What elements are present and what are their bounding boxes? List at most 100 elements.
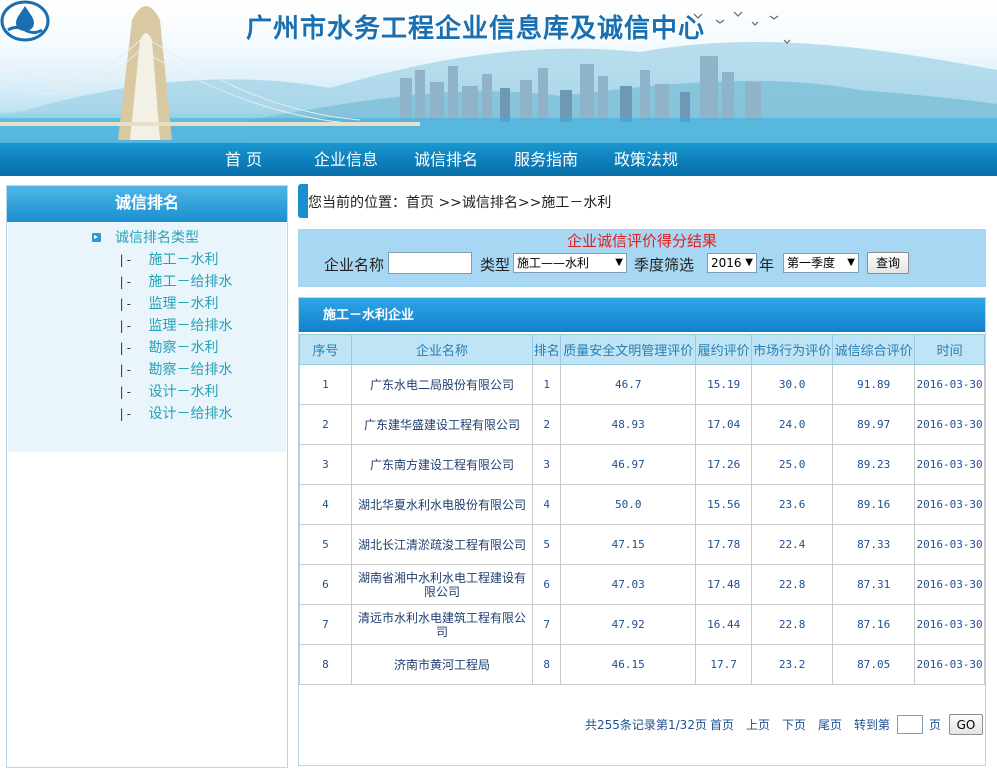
cell-time: 2016-03-30 bbox=[914, 444, 985, 485]
arrow-right-icon bbox=[92, 233, 101, 242]
pager-total: 共255条记录 bbox=[585, 718, 656, 732]
chevron-down-icon: ▼ bbox=[745, 257, 753, 268]
cell-credit-total: 87.31 bbox=[832, 564, 916, 605]
breadcrumb-accent bbox=[298, 184, 308, 218]
cell-performance: 17.04 bbox=[695, 404, 753, 445]
cell-rank: 4 bbox=[532, 484, 562, 525]
nav-enterprise-info[interactable]: 企业信息 bbox=[314, 143, 378, 177]
header-banner: 广州市水务工程企业信息库及诚信中心 bbox=[0, 0, 997, 142]
table-row: 3 广东南方建设工程有限公司 3 46.97 17.26 25.0 89.23 … bbox=[299, 444, 985, 485]
pager-prev-link[interactable]: 上页 bbox=[746, 716, 770, 738]
cell-market-behavior: 23.6 bbox=[751, 484, 834, 525]
col-header-rank: 排名 bbox=[532, 334, 562, 365]
water-logo-icon bbox=[0, 0, 50, 42]
cell-company: 广东建华盛建设工程有限公司 bbox=[350, 404, 534, 445]
table-row: 7 清远市水利水电建筑工程有限公司 7 47.92 16.44 22.8 87.… bbox=[299, 604, 985, 645]
cell-company: 济南市黄河工程局 bbox=[350, 644, 534, 685]
cell-market-behavior: 30.0 bbox=[751, 364, 834, 405]
sidebar-item-survey-water[interactable]: |- 勘察－水利 bbox=[118, 338, 218, 358]
sidebar-item-label[interactable]: 监理－给排水 bbox=[148, 318, 232, 334]
query-button[interactable]: 查询 bbox=[867, 252, 909, 274]
cell-index: 1 bbox=[299, 364, 352, 405]
sidebar-item-label[interactable]: 设计－水利 bbox=[148, 384, 218, 400]
table-row: 2 广东建华盛建设工程有限公司 2 48.93 17.04 24.0 89.97… bbox=[299, 404, 985, 445]
cell-index: 4 bbox=[299, 484, 352, 525]
cell-performance: 17.48 bbox=[695, 564, 753, 605]
pager-last-link[interactable]: 尾页 bbox=[818, 716, 842, 738]
cell-market-behavior: 23.2 bbox=[751, 644, 834, 685]
sidebar-item-label[interactable]: 勘察－给排水 bbox=[148, 362, 232, 378]
pager-go-button[interactable]: GO bbox=[949, 714, 983, 735]
pager-goto-label: 转到第 bbox=[854, 718, 891, 732]
cell-performance: 17.7 bbox=[695, 644, 753, 685]
chevron-down-icon: ▼ bbox=[615, 257, 623, 268]
results-table: 序号 企业名称 排名 质量安全文明管理评价 履约评价 市场行为评价 诚信综合评价… bbox=[299, 334, 985, 685]
sidebar-item-supervision-drainage[interactable]: |- 监理－给排水 bbox=[118, 316, 232, 336]
sidebar-item-design-drainage[interactable]: |- 设计－给排水 bbox=[118, 404, 232, 424]
tree-branch-icon: |- bbox=[118, 363, 133, 377]
col-header-quality-safety: 质量安全文明管理评价 bbox=[560, 334, 697, 365]
sidebar-item-design-water[interactable]: |- 设计－水利 bbox=[118, 382, 218, 402]
tree-branch-icon: |- bbox=[118, 319, 133, 333]
sidebar-item-construction-water[interactable]: |- 施工－水利 bbox=[118, 250, 218, 270]
tree-branch-icon: |- bbox=[118, 385, 133, 399]
year-select[interactable]: 2016 ▼ bbox=[707, 253, 757, 273]
cell-rank: 1 bbox=[532, 364, 562, 405]
sidebar-item-label[interactable]: 设计－给排水 bbox=[148, 406, 232, 422]
sidebar-item-label[interactable]: 施工－给排水 bbox=[148, 274, 232, 290]
site-title: 广州市水务工程企业信息库及诚信中心 bbox=[246, 14, 706, 44]
sidebar-item-supervision-water[interactable]: |- 监理－水利 bbox=[118, 294, 218, 314]
tree-branch-icon: |- bbox=[118, 275, 133, 289]
sidebar-category-label[interactable]: 诚信排名类型 bbox=[115, 230, 199, 246]
results-panel: 施工－水利企业 序号 企业名称 排名 质量安全文明管理评价 履约评价 市场行为评… bbox=[298, 297, 986, 766]
sidebar-item-label[interactable]: 监理－水利 bbox=[148, 296, 218, 312]
sidebar-item-label[interactable]: 勘察－水利 bbox=[148, 340, 218, 356]
cell-index: 7 bbox=[299, 604, 352, 645]
table-row: 4 湖北华夏水利水电股份有限公司 4 50.0 15.56 23.6 89.16… bbox=[299, 484, 985, 525]
sidebar-item-construction-drainage[interactable]: |- 施工－给排水 bbox=[118, 272, 232, 292]
sidebar-item-survey-drainage[interactable]: |- 勘察－给排水 bbox=[118, 360, 232, 380]
cell-credit-total: 89.23 bbox=[832, 444, 916, 485]
cell-rank: 5 bbox=[532, 524, 562, 565]
cell-quality-safety: 47.92 bbox=[560, 604, 697, 645]
results-title: 施工－水利企业 bbox=[299, 298, 985, 332]
cell-market-behavior: 24.0 bbox=[751, 404, 834, 445]
table-row: 5 湖北长江清淤疏浚工程有限公司 5 47.15 17.78 22.4 87.3… bbox=[299, 524, 985, 565]
nav-credit-ranking[interactable]: 诚信排名 bbox=[414, 143, 478, 177]
cell-quality-safety: 46.7 bbox=[560, 364, 697, 405]
col-header-credit-total: 诚信综合评价 bbox=[832, 334, 916, 365]
cell-credit-total: 89.97 bbox=[832, 404, 916, 445]
nav-service-guide[interactable]: 服务指南 bbox=[514, 143, 578, 177]
table-row: 6 湖南省湘中水利水电工程建设有限公司 6 47.03 17.48 22.8 8… bbox=[299, 564, 985, 605]
cell-performance: 17.26 bbox=[695, 444, 753, 485]
breadcrumb: 您当前的位置：首页 >>诚信排名>>施工－水利 bbox=[298, 184, 988, 220]
quarter-select-value: 第一季度 bbox=[787, 256, 836, 270]
type-select[interactable]: 施工——水利 ▼ bbox=[513, 253, 627, 273]
cell-time: 2016-03-30 bbox=[914, 484, 985, 525]
cell-rank: 2 bbox=[532, 404, 562, 445]
nav-home[interactable]: 首 页 bbox=[225, 143, 262, 177]
cell-market-behavior: 22.4 bbox=[751, 524, 834, 565]
pager-goto-input[interactable] bbox=[897, 715, 923, 734]
quarter-select[interactable]: 第一季度 ▼ bbox=[783, 253, 859, 273]
cell-credit-total: 89.16 bbox=[832, 484, 916, 525]
sidebar-category[interactable]: 诚信排名类型 bbox=[92, 228, 199, 248]
nav-policy[interactable]: 政策法规 bbox=[614, 143, 678, 177]
cell-market-behavior: 22.8 bbox=[751, 604, 834, 645]
type-label: 类型 bbox=[480, 256, 511, 274]
pager-next-link[interactable]: 下页 bbox=[782, 716, 806, 738]
pager-page: 第1/32页 bbox=[656, 718, 707, 732]
main-nav: 首 页 企业信息 诚信排名 服务指南 政策法规 bbox=[0, 142, 997, 176]
table-row: 1 广东水电二局股份有限公司 1 46.7 15.19 30.0 91.89 2… bbox=[299, 364, 985, 405]
cell-time: 2016-03-30 bbox=[914, 364, 985, 405]
company-name-input[interactable] bbox=[388, 252, 472, 274]
cell-rank: 8 bbox=[532, 644, 562, 685]
cell-time: 2016-03-30 bbox=[914, 604, 985, 645]
sidebar-title: 诚信排名 bbox=[7, 186, 287, 222]
cell-quality-safety: 48.93 bbox=[560, 404, 697, 445]
cell-quality-safety: 47.15 bbox=[560, 524, 697, 565]
sidebar-item-label[interactable]: 施工－水利 bbox=[148, 252, 218, 268]
cell-credit-total: 87.16 bbox=[832, 604, 916, 645]
pager-first-link[interactable]: 首页 bbox=[710, 716, 734, 738]
cell-index: 3 bbox=[299, 444, 352, 485]
